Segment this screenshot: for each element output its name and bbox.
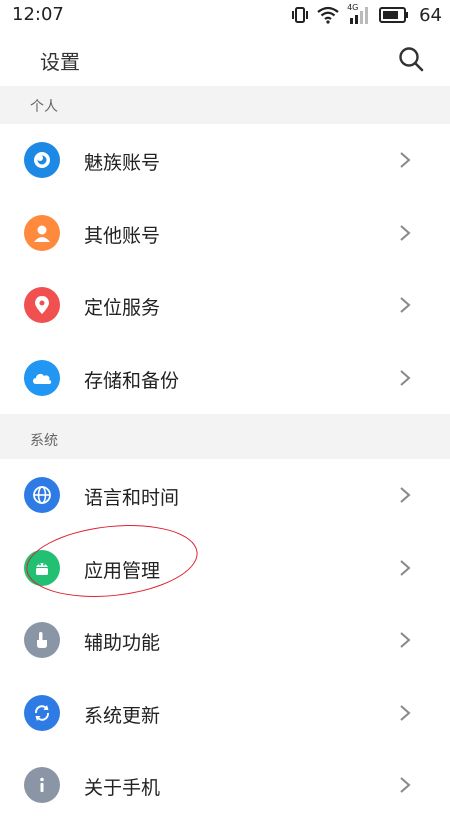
signal-group: 4G — [347, 3, 371, 24]
status-time: 12:07 — [12, 4, 64, 25]
settings-item-label: 关于手机 — [84, 777, 161, 799]
personal-list: 魅族账号 其他账号 定位服务 存储和备份 — [0, 124, 450, 414]
vibrate-icon — [292, 7, 309, 23]
settings-item-flyme-account[interactable]: 魅族账号 — [0, 124, 450, 197]
location-pin-icon — [24, 287, 60, 323]
search-icon[interactable] — [398, 46, 424, 72]
settings-item-label: 其他账号 — [84, 224, 161, 247]
section-header-system: 系统 — [0, 414, 450, 459]
info-icon — [24, 767, 60, 803]
cloud-icon — [24, 359, 60, 396]
globe-icon — [24, 477, 60, 513]
hand-pointer-icon — [24, 622, 60, 658]
system-list: 语言和时间 应用管理 辅助功能 系统更新 关于手机 — [0, 459, 450, 822]
status-icons: 4G 64 — [291, 3, 442, 26]
settings-header: 设置 — [0, 30, 450, 86]
settings-item-label: 魅族账号 — [84, 152, 161, 174]
chevron-right-icon — [400, 224, 411, 241]
settings-item-storage-backup[interactable]: 存储和备份 — [0, 341, 450, 414]
chevron-right-icon — [400, 704, 411, 721]
settings-item-other-accounts[interactable]: 其他账号 — [0, 196, 450, 269]
battery-icon — [379, 7, 409, 23]
settings-item-label: 系统更新 — [84, 704, 161, 727]
settings-item-about-phone[interactable]: 关于手机 — [0, 749, 450, 822]
settings-item-label: 辅助功能 — [84, 632, 161, 654]
chevron-right-icon — [400, 297, 411, 313]
section-label: 系统 — [30, 433, 58, 449]
settings-item-system-update[interactable]: 系统更新 — [0, 676, 450, 749]
chevron-right-icon — [400, 369, 411, 386]
chevron-right-icon — [400, 777, 411, 793]
wifi-icon — [317, 6, 339, 24]
settings-item-label: 存储和备份 — [84, 369, 180, 392]
person-icon — [24, 214, 60, 251]
flyme-account-icon — [24, 142, 60, 178]
chevron-right-icon — [400, 152, 411, 168]
chevron-right-icon — [400, 487, 411, 503]
page-title: 设置 — [40, 50, 80, 74]
settings-item-label: 定位服务 — [84, 297, 161, 319]
settings-item-language-time[interactable]: 语言和时间 — [0, 459, 450, 532]
chevron-right-icon — [400, 632, 411, 648]
status-bar: 12:07 4G 64 — [0, 0, 450, 30]
battery-level: 64 — [419, 4, 442, 26]
signal-icon — [350, 7, 369, 24]
settings-item-location[interactable]: 定位服务 — [0, 269, 450, 342]
refresh-icon — [24, 694, 60, 731]
section-header-personal: 个人 — [0, 86, 450, 124]
settings-item-accessibility[interactable]: 辅助功能 — [0, 604, 450, 677]
chevron-right-icon — [400, 559, 411, 576]
section-label: 个人 — [30, 99, 58, 115]
settings-item-label: 语言和时间 — [84, 487, 180, 509]
